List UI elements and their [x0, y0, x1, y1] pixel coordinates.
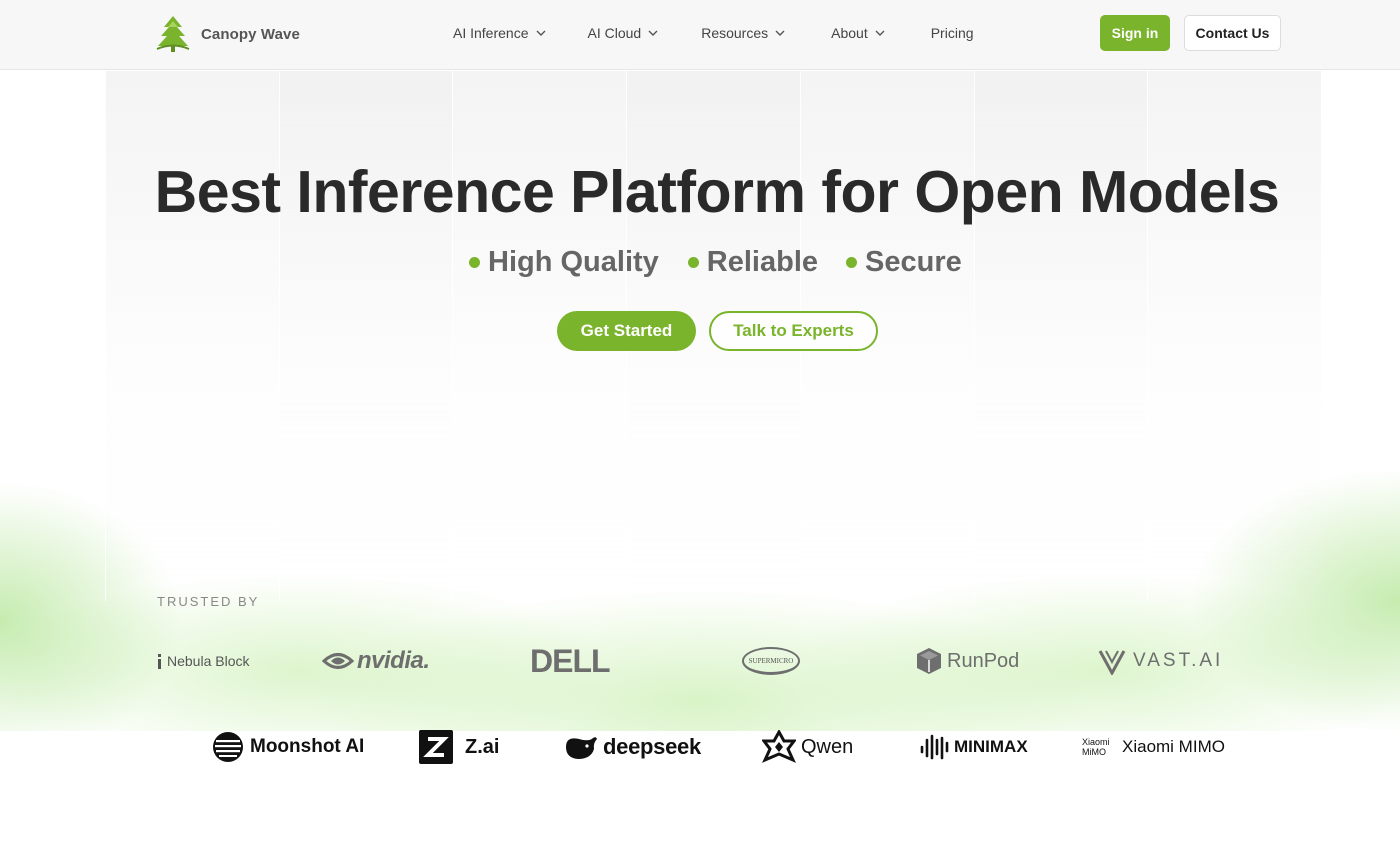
nav-resources[interactable]: Resources [701, 25, 786, 41]
qwen-star-icon [762, 730, 796, 763]
nav-pricing-label: Pricing [930, 25, 974, 41]
xiaomi-mimo-small-mark: Xiaomi MiMO [1082, 737, 1110, 757]
hero-title: Best Inference Platform for Open Models [154, 159, 1280, 225]
partner-name: DELL [530, 642, 611, 679]
supermicro-badge: SUPERMICRO [742, 647, 800, 675]
bullet-dot-icon [846, 256, 858, 268]
bullet-dot-icon [469, 256, 480, 268]
feature-label: Reliable [706, 245, 819, 278]
sign-in-button[interactable]: Sign in [1100, 15, 1170, 51]
partner-logos-row: Nebula Block nvidia. DELL SUPERMICRO Run… [0, 640, 1400, 682]
top-navbar: Canopy Wave AI Inference AI Cloud Resour… [0, 0, 1400, 70]
runpod-cube-icon [917, 648, 941, 674]
dell-logo: DELL [530, 640, 611, 682]
model-name: Moonshot AI [250, 736, 365, 757]
get-started-button[interactable]: Get Started [557, 311, 696, 351]
partner-name: RunPod [947, 649, 1020, 672]
nav-about-label: About [831, 25, 868, 41]
main-menu: AI Inference AI Cloud Resources About Pr… [453, 0, 974, 66]
brand-name: Canopy Wave [201, 25, 300, 43]
partner-name: nvidia. [357, 647, 430, 674]
nav-pricing[interactable]: Pricing [931, 25, 974, 41]
nvidia-eye-icon [322, 653, 354, 669]
model-logos-row: Moonshot AI Z.ai deepseek Qwen MINIMAX X… [0, 726, 1400, 768]
z-square-icon [419, 730, 453, 764]
bullet-dot-icon [687, 256, 699, 268]
model-name: Xiaomi MIMO [1122, 737, 1225, 756]
minimax-logo: MINIMAX [920, 726, 1028, 768]
vast-ai-logo: VAST.AI [1098, 640, 1223, 682]
bg-column [1147, 71, 1322, 601]
model-name: deepseek [603, 734, 701, 759]
z-ai-logo: Z.ai [419, 726, 499, 768]
chevron-down-icon [875, 30, 885, 36]
trusted-by-label: TRUSTED BY [157, 594, 260, 609]
qwen-logo: Qwen [762, 726, 853, 768]
bg-column [278, 71, 453, 601]
feature-label: Secure [865, 245, 962, 278]
nav-ai-cloud[interactable]: AI Cloud [588, 25, 660, 41]
feature-high-quality: High Quality [469, 246, 659, 279]
chevron-down-icon [648, 30, 658, 36]
model-name: Qwen [801, 735, 854, 758]
minimax-wave-icon [920, 734, 949, 760]
model-name: Z.ai [465, 735, 500, 758]
moonshot-circle-icon [213, 732, 243, 762]
chevron-down-icon [536, 30, 545, 36]
bg-column [105, 71, 279, 601]
nav-resources-label: Resources [701, 25, 769, 41]
feature-reliable: Reliable [687, 245, 819, 279]
bg-column [973, 71, 1148, 601]
model-name: MINIMAX [954, 737, 1028, 756]
feature-secure: Secure [846, 246, 962, 279]
nebula-mark-icon [158, 654, 161, 669]
partner-name: Nebula Block [167, 653, 250, 669]
partner-name: VAST.AI [1133, 650, 1224, 671]
nav-about[interactable]: About [831, 25, 886, 41]
deepseek-whale-icon [566, 737, 597, 759]
moonshot-ai-logo: Moonshot AI [212, 726, 364, 768]
feature-label: High Quality [488, 245, 659, 278]
tree-logo-icon [156, 16, 190, 52]
brand-logo[interactable]: Canopy Wave [153, 13, 300, 55]
vast-v-icon [1098, 650, 1126, 675]
talk-to-experts-button[interactable]: Talk to Experts [709, 311, 878, 351]
runpod-logo: RunPod [916, 640, 1019, 682]
nav-ai-inference-label: AI Inference [453, 25, 529, 41]
nav-ai-cloud-label: AI Cloud [587, 25, 642, 41]
supermicro-logo: SUPERMICRO [742, 640, 800, 682]
nav-ai-inference[interactable]: AI Inference [453, 25, 547, 41]
nvidia-logo: nvidia. [322, 640, 430, 682]
hero-features: High Quality Reliable Secure [469, 241, 962, 283]
contact-us-button[interactable]: Contact Us [1184, 15, 1281, 51]
deepseek-logo: deepseek [563, 726, 701, 768]
chevron-down-icon [775, 30, 785, 36]
nebula-block-logo: Nebula Block [157, 640, 250, 682]
xiaomi-mimo-logo: Xiaomi MiMO Xiaomi MIMO [1082, 726, 1225, 768]
